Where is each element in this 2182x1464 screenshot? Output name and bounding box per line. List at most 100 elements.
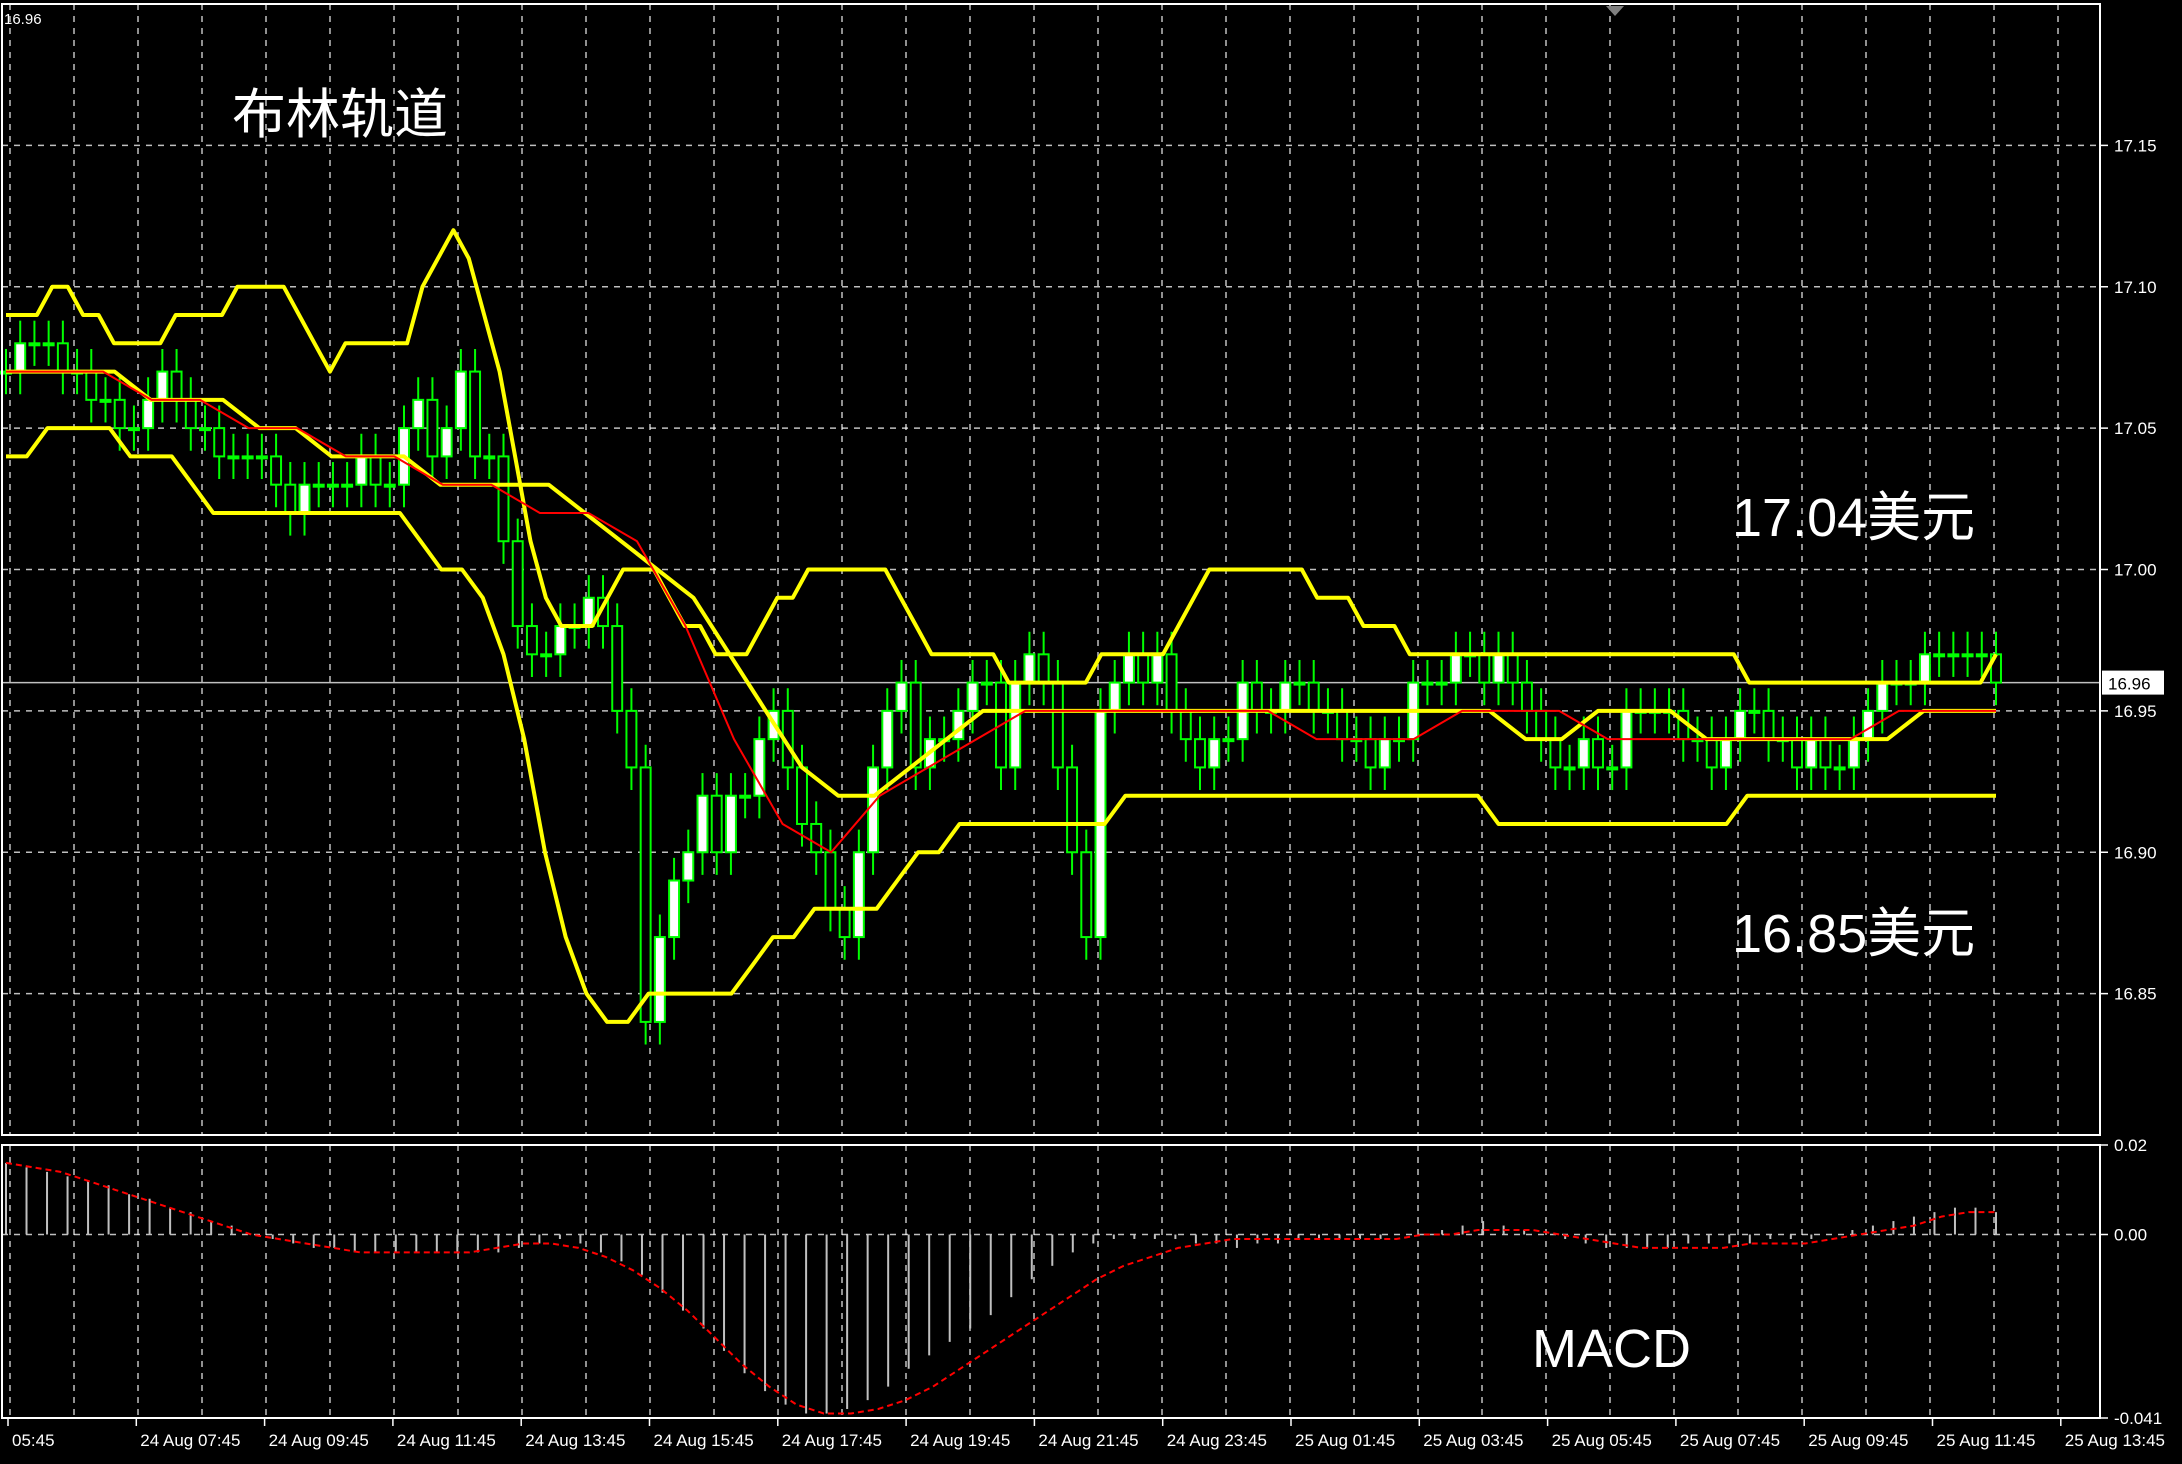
- candle-body: [1336, 709, 1349, 741]
- candle-body: [796, 766, 808, 825]
- candle-body: [1876, 681, 1889, 712]
- candle-body: [312, 483, 325, 488]
- candle-body: [14, 342, 27, 373]
- candle-body: [426, 398, 439, 458]
- candle-body: [1563, 766, 1576, 771]
- candle-body: [213, 427, 226, 458]
- candle-body: [440, 427, 453, 458]
- candle-body: [497, 455, 510, 543]
- macd-y-tick-label: 0.00: [2114, 1226, 2147, 1245]
- candle-body: [739, 794, 752, 799]
- candle-body: [895, 681, 908, 712]
- candle-body: [227, 455, 240, 460]
- x-tick-label: 25 Aug 09:45: [1808, 1431, 1908, 1450]
- candle-body: [966, 681, 979, 712]
- candle-body: [1293, 681, 1306, 686]
- x-tick-label: 25 Aug 13:45: [2065, 1431, 2165, 1450]
- macd-y-tick-label: -0.041: [2114, 1409, 2162, 1428]
- candle-body: [1535, 709, 1548, 741]
- candle-body: [1108, 681, 1121, 712]
- candle-body: [724, 794, 737, 854]
- x-tick-label: 24 Aug 17:45: [782, 1431, 882, 1450]
- x-tick-label: 24 Aug 11:45: [397, 1431, 496, 1450]
- candle-body: [881, 709, 894, 769]
- candle-body: [1577, 738, 1590, 769]
- candle-body: [1805, 738, 1818, 769]
- candle-body: [99, 398, 112, 403]
- y-tick-label: 16.85: [2114, 985, 2157, 1004]
- macd-label: MACD: [1532, 1319, 1691, 1379]
- candle-body: [611, 625, 624, 712]
- candle-body: [1165, 653, 1178, 712]
- candle-body: [284, 483, 297, 514]
- current-price-marker-label: 16.96: [2108, 675, 2151, 694]
- candle-body: [710, 794, 723, 854]
- candle-body: [753, 738, 766, 797]
- x-tick-label: 24 Aug 15:45: [654, 1431, 754, 1450]
- candle-body: [1208, 738, 1221, 769]
- candle-body: [383, 483, 396, 488]
- candle-body: [1435, 681, 1448, 686]
- candle-body: [1222, 738, 1235, 743]
- candle-body: [1051, 681, 1064, 769]
- candle-body: [85, 370, 98, 401]
- y-tick-label: 16.90: [2114, 843, 2157, 862]
- candle-body: [1364, 738, 1377, 769]
- candle-body: [1862, 709, 1875, 741]
- x-tick-label: 25 Aug 05:45: [1552, 1431, 1652, 1450]
- candle-body: [980, 681, 993, 686]
- candle-body: [241, 455, 254, 460]
- candle-body: [1478, 653, 1491, 684]
- candle-body: [1421, 681, 1434, 686]
- candle-body: [412, 398, 425, 430]
- candle-body: [1918, 653, 1931, 684]
- candle-body: [1492, 653, 1505, 684]
- candle-body: [326, 483, 339, 488]
- candle-body: [1009, 681, 1022, 769]
- y-tick-label: 17.00: [2114, 561, 2157, 580]
- upper-price-label: 17.04美元: [1732, 488, 1975, 548]
- candle-body: [42, 342, 55, 347]
- x-tick-label: 24 Aug 21:45: [1038, 1431, 1138, 1450]
- candle-body: [1762, 709, 1775, 741]
- candle-body: [1819, 738, 1832, 769]
- candle-body: [199, 427, 211, 432]
- x-tick-label: 25 Aug 01:45: [1295, 1431, 1395, 1450]
- candle-body: [483, 455, 496, 460]
- y-tick-label: 16.95: [2114, 702, 2157, 721]
- candle-body: [28, 342, 41, 347]
- candle-body: [1975, 653, 1988, 658]
- candle-body: [852, 851, 865, 939]
- lower-price-label: 16.85美元: [1732, 904, 1975, 964]
- y-tick-label: 17.15: [2114, 136, 2157, 155]
- candle-body: [1179, 709, 1192, 741]
- candle-body: [298, 483, 311, 514]
- candle-body: [142, 398, 155, 430]
- candle-body: [56, 342, 69, 373]
- x-tick-label: 05:45: [12, 1431, 55, 1450]
- candle-body: [810, 822, 823, 854]
- candle-body: [1151, 653, 1164, 684]
- macd-y-tick-label: 0.02: [2114, 1136, 2147, 1155]
- candle-body: [511, 540, 524, 628]
- candle-body: [113, 398, 126, 430]
- candle-body: [184, 398, 197, 430]
- candle-body: [1705, 738, 1718, 769]
- x-tick-label: 25 Aug 11:45: [1937, 1431, 2036, 1450]
- candle-body: [540, 653, 553, 658]
- candle-body: [1023, 653, 1036, 684]
- candle-body: [1833, 766, 1846, 771]
- candle-body: [1549, 738, 1562, 769]
- candle-body: [838, 907, 851, 939]
- chart-corner-value: 16.96: [4, 11, 42, 28]
- candle-body: [1279, 681, 1292, 712]
- candle-body: [1506, 653, 1519, 684]
- candle-body: [1847, 738, 1860, 769]
- candle-body: [341, 483, 354, 488]
- candle-body: [127, 427, 140, 432]
- chart-title: 布林轨道: [232, 85, 448, 145]
- candle-body: [1250, 681, 1263, 712]
- candle-body: [1791, 738, 1803, 769]
- candle-body: [1449, 653, 1462, 684]
- candle-body: [1080, 851, 1093, 939]
